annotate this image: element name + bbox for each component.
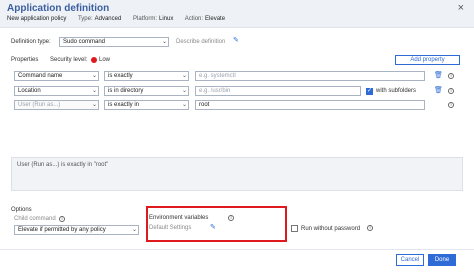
highlight-box bbox=[146, 206, 287, 242]
property-name-value: Command name bbox=[18, 73, 63, 79]
describe-definition-link[interactable]: Describe definition bbox=[176, 39, 225, 45]
type-value: Advanced bbox=[94, 16, 122, 22]
info-icon[interactable]: i bbox=[448, 73, 454, 79]
edit-pencil-icon[interactable]: ✎ bbox=[233, 37, 239, 45]
chevron-down-icon: ⌄ bbox=[131, 227, 137, 233]
info-icon[interactable]: i bbox=[448, 102, 454, 108]
dialog-title: Application definition bbox=[7, 3, 110, 14]
child-command-select[interactable]: Elevate if permitted by any policy ⌄ bbox=[14, 225, 139, 235]
info-icon[interactable]: i bbox=[448, 88, 454, 94]
definition-type-label: Definition type: bbox=[11, 39, 51, 45]
property-operator-value: is exactly bbox=[108, 73, 133, 79]
platform-value: Linux bbox=[159, 16, 174, 22]
policy-meta: New application policy Type: Advanced Pla… bbox=[7, 16, 235, 22]
chevron-down-icon: ⌄ bbox=[181, 88, 187, 94]
options-label: Options bbox=[11, 207, 32, 213]
property-value-input[interactable]: root bbox=[195, 100, 425, 110]
with-subfolders-checkbox[interactable] bbox=[366, 87, 373, 95]
with-subfolders-label: with subfolders bbox=[376, 88, 417, 94]
properties-label: Properties bbox=[11, 57, 39, 63]
info-icon[interactable]: i bbox=[59, 216, 65, 222]
add-property-button[interactable]: Add property bbox=[395, 55, 460, 65]
dialog-header: Application definition × New application… bbox=[0, 0, 474, 28]
done-button[interactable]: Done bbox=[428, 254, 456, 266]
action-label: Action: bbox=[184, 16, 204, 22]
chevron-down-icon: ⌄ bbox=[91, 88, 97, 94]
type-label: Type: bbox=[77, 16, 93, 22]
footer-divider bbox=[0, 249, 474, 250]
definition-summary: User (Run as...) is exactly in "root" bbox=[11, 157, 463, 191]
trash-icon[interactable]: 🗑 bbox=[434, 87, 443, 95]
property-operator-value: is exactly in bbox=[108, 102, 140, 108]
security-level-value: Low bbox=[99, 57, 111, 63]
child-command-value: Elevate if permitted by any policy bbox=[18, 227, 106, 233]
property-value-input[interactable]: e.g. /usr/bin bbox=[195, 86, 361, 96]
run-without-password-checkbox[interactable] bbox=[291, 225, 298, 232]
property-name-select[interactable]: User (Run as...) ⌄ bbox=[14, 100, 99, 110]
property-operator-select[interactable]: is exactly ⌄ bbox=[104, 71, 189, 81]
policy-name: New application policy bbox=[7, 16, 67, 22]
property-name-value: Location bbox=[18, 88, 41, 94]
property-operator-select[interactable]: is in directory ⌄ bbox=[104, 86, 189, 96]
cancel-button[interactable]: Cancel bbox=[396, 254, 424, 266]
chevron-down-icon: ⌄ bbox=[91, 102, 97, 108]
property-operator-value: is in directory bbox=[108, 88, 144, 94]
run-without-password-label: Run without password bbox=[301, 226, 361, 232]
chevron-down-icon: ⌄ bbox=[181, 73, 187, 79]
property-name-value: User (Run as...) bbox=[18, 102, 61, 108]
child-command-label: Child command bbox=[14, 216, 56, 222]
chevron-down-icon: ⌄ bbox=[181, 102, 187, 108]
chevron-down-icon: ⌄ bbox=[161, 39, 167, 45]
action-value: Elevate bbox=[205, 16, 226, 22]
property-operator-select[interactable]: is exactly in ⌄ bbox=[104, 100, 189, 110]
property-name-select[interactable]: Command name ⌄ bbox=[14, 71, 99, 81]
close-icon[interactable]: × bbox=[458, 2, 464, 14]
platform-label: Platform: bbox=[132, 16, 157, 22]
property-value-input[interactable]: e.g. systemctl bbox=[195, 71, 425, 81]
chevron-down-icon: ⌄ bbox=[91, 73, 97, 79]
definition-type-value: Sudo command bbox=[63, 39, 106, 45]
info-icon[interactable]: i bbox=[367, 225, 373, 231]
property-name-select[interactable]: Location ⌄ bbox=[14, 86, 99, 96]
security-level-dot bbox=[91, 57, 97, 63]
trash-icon[interactable]: 🗑 bbox=[434, 72, 443, 80]
definition-type-select[interactable]: Sudo command ⌄ bbox=[59, 37, 169, 47]
security-level-label: Security level: bbox=[50, 57, 88, 63]
